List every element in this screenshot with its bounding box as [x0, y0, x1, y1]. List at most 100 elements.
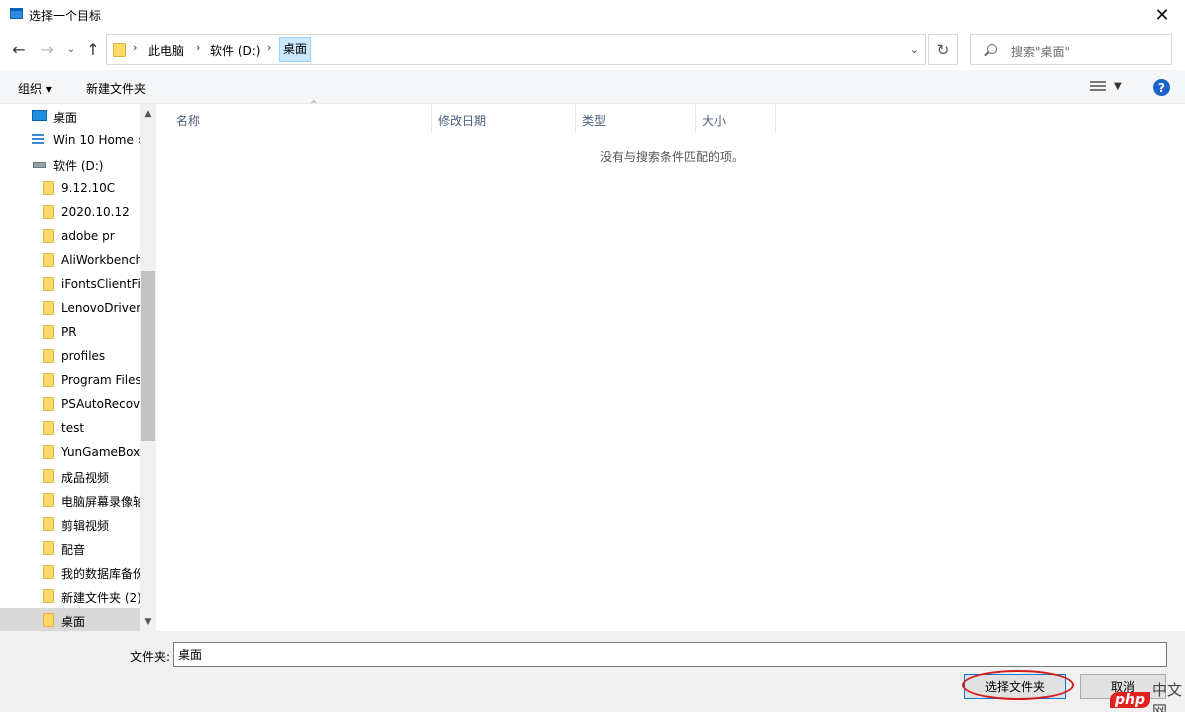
- file-list[interactable]: 名称 ^ 修改日期 类型 大小 没有与搜索条件匹配的项。: [156, 100, 1185, 631]
- sidebar-folder-item[interactable]: LenovoDriver: [0, 296, 140, 320]
- sidebar-item-label: iFontsClientFil: [61, 277, 140, 291]
- sidebar-item-label: Win 10 Home ›: [53, 133, 140, 147]
- folder-icon: [43, 493, 54, 507]
- folder-icon: [113, 43, 126, 57]
- refresh-icon[interactable]: ↻: [928, 34, 958, 65]
- dialog-footer: 文件夹: 选择文件夹 取消: [0, 631, 1185, 712]
- title-bar: 选择一个目标 ✕: [0, 0, 1185, 30]
- scroll-up-arrow-icon[interactable]: ▲: [140, 106, 156, 122]
- up-arrow-icon[interactable]: ↑: [82, 38, 104, 60]
- sidebar-folder-item[interactable]: 电脑屏幕录像轴: [0, 488, 140, 512]
- sidebar-folder-item[interactable]: 9.12.10C: [0, 176, 140, 200]
- sidebar-item-label: LenovoDriver: [61, 301, 140, 315]
- column-header-type[interactable]: 类型: [576, 104, 696, 132]
- sidebar-folder-item[interactable]: PR: [0, 320, 140, 344]
- sidebar-item-label: adobe pr: [61, 229, 115, 243]
- search-icon: [987, 44, 997, 54]
- sidebar-item-label: Program Files: [61, 373, 140, 387]
- sidebar-folder-item[interactable]: Program Files: [0, 368, 140, 392]
- folder-icon: [43, 589, 54, 603]
- sidebar-item-label: test: [61, 421, 85, 435]
- column-header-date[interactable]: 修改日期: [432, 104, 576, 132]
- sidebar-item-label: profiles: [61, 349, 106, 363]
- sort-ascending-icon: ^: [310, 100, 318, 110]
- sidebar-folder-item-selected[interactable]: 桌面: [0, 608, 140, 631]
- sidebar-item-label: 桌面: [61, 615, 86, 629]
- sidebar-folder-item[interactable]: YunGameBox: [0, 440, 140, 464]
- sidebar-item-label: 桌面: [53, 111, 78, 125]
- scrollbar-thumb[interactable]: [141, 271, 155, 441]
- column-label: 名称: [176, 114, 201, 128]
- folder-icon: [43, 325, 54, 339]
- organize-button[interactable]: 组织 ▾: [18, 80, 52, 97]
- desktop-icon: [32, 110, 47, 121]
- breadcrumb-this-pc[interactable]: 此电脑: [148, 42, 184, 59]
- sidebar-folder-item[interactable]: iFontsClientFil: [0, 272, 140, 296]
- folder-icon: [43, 469, 54, 483]
- column-header-size[interactable]: 大小: [696, 104, 776, 132]
- new-folder-button[interactable]: 新建文件夹: [86, 80, 146, 97]
- folder-icon: [43, 541, 54, 555]
- column-label: 大小: [702, 114, 727, 128]
- chevron-down-icon[interactable]: ⌄: [910, 43, 919, 56]
- folder-name-input[interactable]: [173, 642, 1167, 667]
- back-arrow-icon[interactable]: ←: [8, 38, 30, 60]
- folder-icon: [43, 445, 54, 459]
- drive-icon: [33, 162, 46, 168]
- recent-locations-chevron-icon[interactable]: ⌄: [64, 38, 78, 60]
- sidebar-folder-item[interactable]: profiles: [0, 344, 140, 368]
- sidebar-folder-item[interactable]: adobe pr: [0, 224, 140, 248]
- sidebar-item-label: 新建文件夹 (2): [61, 591, 140, 605]
- sidebar-folder-item[interactable]: 剪辑视频: [0, 512, 140, 536]
- empty-results-message: 没有与搜索条件匹配的项。: [600, 150, 745, 164]
- forward-arrow-icon[interactable]: →: [36, 38, 58, 60]
- navigation-pane: 桌面 Win 10 Home › 软件 (D:) 9.12.10C 2020.1…: [0, 104, 156, 631]
- sidebar-folder-item[interactable]: PSAutoRecove: [0, 392, 140, 416]
- sidebar-folder-item[interactable]: 新建文件夹 (2): [0, 584, 140, 608]
- folder-icon: [43, 397, 54, 411]
- column-label: 修改日期: [438, 114, 487, 128]
- folder-icon: [43, 253, 54, 267]
- folder-label: 文件夹:: [130, 650, 171, 664]
- folder-icon: [43, 517, 54, 531]
- address-bar[interactable]: › 此电脑 › 软件 (D:) › 桌面 ⌄: [106, 34, 926, 65]
- sidebar-item-desktop[interactable]: 桌面: [0, 104, 140, 128]
- folder-icon: [43, 349, 54, 363]
- view-options-icon[interactable]: [1090, 81, 1106, 93]
- column-header-name[interactable]: 名称 ^: [170, 100, 432, 132]
- breadcrumb-drive-d[interactable]: 软件 (D:): [210, 42, 260, 59]
- scroll-down-arrow-icon[interactable]: ▼: [140, 614, 156, 630]
- sidebar-item-drive-d[interactable]: 软件 (D:): [0, 152, 140, 176]
- command-toolbar: 组织 ▾ 新建文件夹 ▼ ?: [0, 70, 1185, 104]
- close-button[interactable]: ✕: [1139, 0, 1185, 30]
- sidebar-item-this-pc[interactable]: Win 10 Home ›: [0, 128, 140, 152]
- help-icon[interactable]: ?: [1153, 79, 1170, 96]
- view-dropdown-icon[interactable]: ▼: [1114, 81, 1122, 92]
- sidebar-item-label: 电脑屏幕录像轴: [61, 495, 140, 509]
- folder-icon: [43, 205, 54, 219]
- chevron-right-icon[interactable]: ›: [133, 41, 137, 54]
- folder-icon: [43, 373, 54, 387]
- sidebar-folder-item[interactable]: 2020.10.12: [0, 200, 140, 224]
- chevron-right-icon[interactable]: ›: [267, 41, 271, 54]
- sidebar-folder-item[interactable]: 配音: [0, 536, 140, 560]
- search-input[interactable]: 搜索"桌面": [970, 34, 1172, 65]
- sidebar-folder-item[interactable]: 成品视频: [0, 464, 140, 488]
- sidebar-folder-item[interactable]: AliWorkbench: [0, 248, 140, 272]
- folder-icon: [43, 277, 54, 291]
- sidebar-folder-item[interactable]: 我的数据库备份: [0, 560, 140, 584]
- folder-icon: [43, 301, 54, 315]
- select-folder-button[interactable]: 选择文件夹: [964, 674, 1066, 699]
- sidebar-item-label: PSAutoRecove: [61, 397, 140, 411]
- chevron-right-icon[interactable]: ›: [196, 41, 200, 54]
- sidebar-scrollbar[interactable]: ▲ ▼: [140, 104, 156, 631]
- folder-icon: [43, 181, 54, 195]
- site-watermark: php 中文网: [1110, 681, 1185, 712]
- navigation-bar: ← → ⌄ ↑ › 此电脑 › 软件 (D:) › 桌面 ⌄ ↻ 搜索"桌面": [0, 30, 1185, 70]
- sidebar-item-label: 软件 (D:): [53, 159, 104, 173]
- sidebar-item-label: 成品视频: [61, 471, 110, 485]
- sidebar-folder-item[interactable]: test: [0, 416, 140, 440]
- breadcrumb-desktop[interactable]: 桌面: [279, 37, 312, 62]
- sidebar-item-label: 我的数据库备份: [61, 567, 140, 581]
- folder-icon: [43, 565, 54, 579]
